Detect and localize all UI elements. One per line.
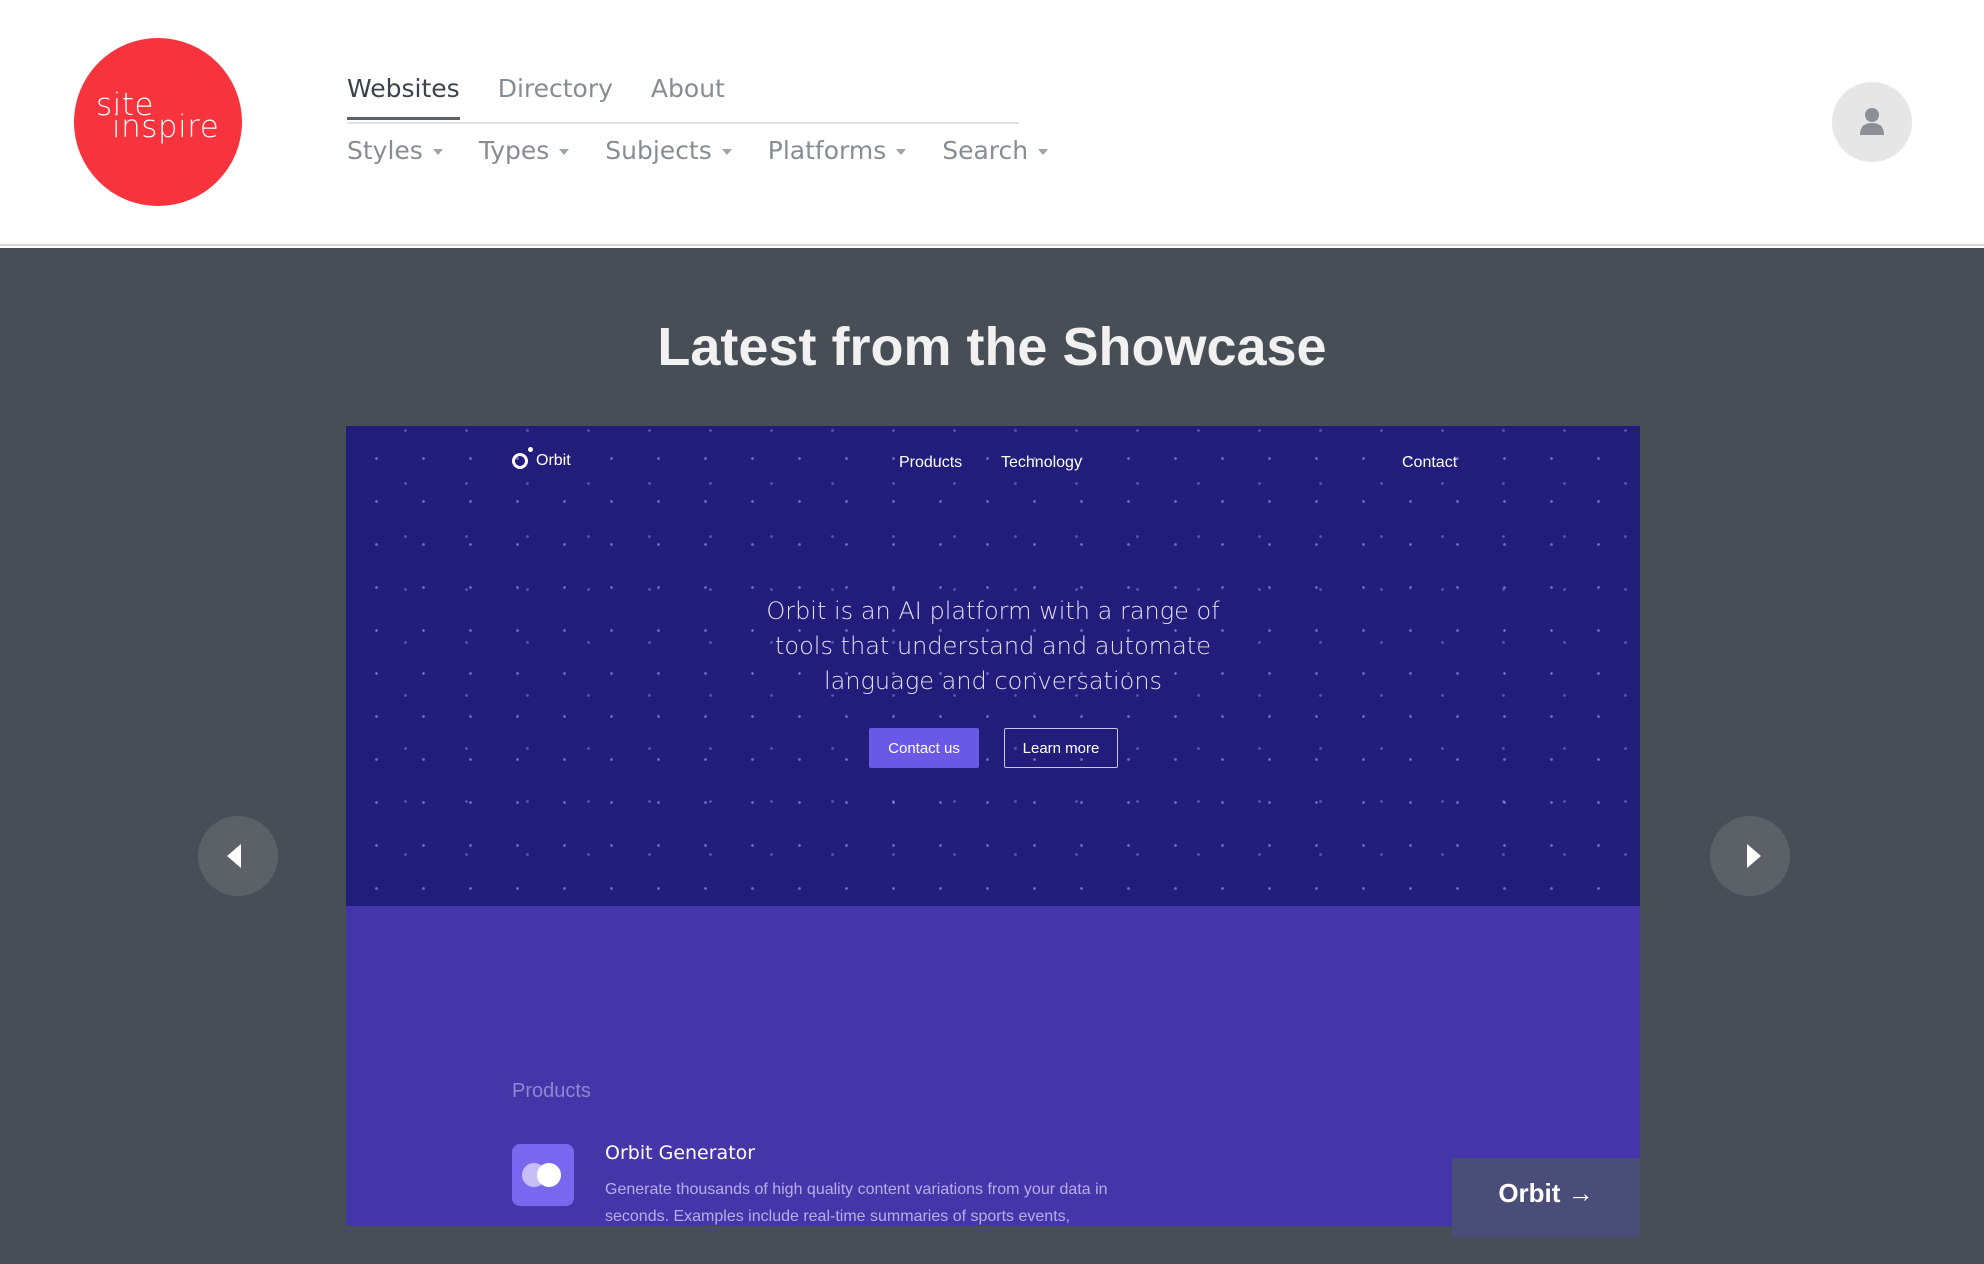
nav-divider [347, 122, 1019, 124]
caret-down-icon [432, 148, 443, 155]
siteinspire-logo[interactable]: site inspire [74, 38, 242, 206]
chevron-right-icon [1747, 844, 1761, 868]
site-header: site inspire Websites Directory About St… [0, 0, 1984, 246]
carousel-prev-button[interactable] [198, 816, 278, 896]
dropdown-types[interactable]: Types [478, 136, 570, 165]
dropdown-label: Styles [347, 136, 423, 165]
dropdown-label: Types [478, 136, 550, 165]
caret-down-icon [559, 148, 570, 155]
preview-product-description: Generate thousands of high quality conte… [605, 1181, 1108, 1225]
showcase-section: Latest from the Showcase Orbit Products … [0, 248, 1984, 1264]
preview-nav-contact: Contact [1402, 454, 1458, 471]
dropdown-subjects[interactable]: Subjects [605, 136, 732, 165]
chevron-left-icon [227, 844, 241, 868]
orbit-ring-icon [512, 447, 533, 469]
orbit-brand-text: Orbit [536, 452, 571, 469]
preview-products-section: Products Orbit Generator Generate thousa… [346, 906, 1640, 1226]
showcase-title: Latest from the Showcase [657, 317, 1327, 377]
preview-headline: Orbit is an AI platform with a range of … [766, 597, 1220, 695]
toggle-icon [512, 1144, 574, 1206]
nav-about[interactable]: About [651, 74, 725, 120]
preview-contact-button: Contact us [869, 728, 979, 768]
toggle-icon-front-circle [537, 1163, 561, 1187]
caret-down-icon [1038, 148, 1049, 155]
nav-directory[interactable]: Directory [498, 74, 613, 120]
nav-websites[interactable]: Websites [347, 74, 460, 120]
user-account-button[interactable] [1832, 82, 1912, 162]
caret-down-icon [896, 148, 907, 155]
preview-product-title: Orbit Generator [605, 1142, 756, 1164]
primary-nav: Websites Directory About [347, 74, 763, 120]
featured-site-screenshot[interactable]: Orbit Products Technology Contact Orbit … [346, 426, 1640, 1226]
dropdown-label: Search [942, 136, 1029, 165]
dropdown-label: Subjects [605, 136, 712, 165]
orbit-logo: Orbit [512, 447, 571, 470]
preview-learn-button: Learn more [1004, 728, 1118, 768]
dropdown-platforms[interactable]: Platforms [767, 136, 907, 165]
preview-nav-technology: Technology [1001, 454, 1082, 471]
carousel-next-button[interactable] [1710, 816, 1790, 896]
preview-products-label: Products [512, 1080, 591, 1102]
dropdown-styles[interactable]: Styles [347, 136, 443, 165]
user-icon [1860, 108, 1884, 135]
secondary-nav: Styles Types Subjects Platforms Search [347, 136, 1084, 165]
caret-down-icon [721, 148, 732, 155]
dropdown-label: Platforms [767, 136, 887, 165]
preview-hero: Orbit Products Technology Contact Orbit … [346, 426, 1640, 906]
dropdown-search[interactable]: Search [942, 136, 1049, 165]
view-site-link[interactable]: Orbit → [1452, 1158, 1640, 1238]
logo-text-inspire: inspire [112, 109, 220, 145]
preview-nav-products: Products [899, 454, 963, 471]
